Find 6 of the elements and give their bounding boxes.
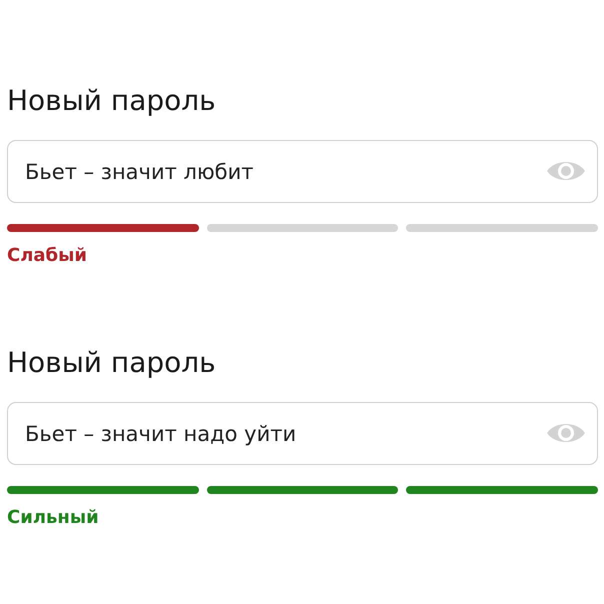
strength-label: Слабый [7, 246, 87, 266]
password-field[interactable]: Бьет – значит любит [7, 140, 598, 203]
field-label: Новый пароль [7, 345, 217, 381]
password-field[interactable]: Бьет – значит надо уйти [7, 402, 598, 465]
strength-label: Сильный [7, 508, 99, 528]
field-label: Новый пароль [7, 83, 217, 119]
